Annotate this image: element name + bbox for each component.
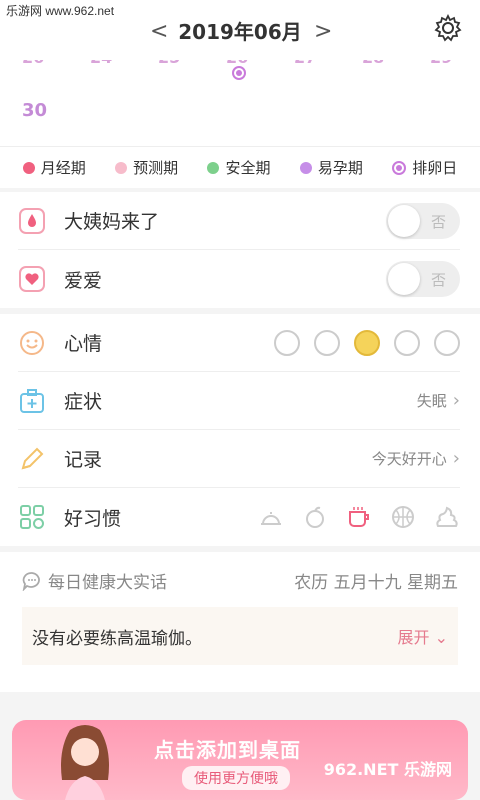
girl-illustration bbox=[61, 725, 109, 800]
legend-period: 月经期 bbox=[22, 157, 86, 178]
note-label: 记录 bbox=[64, 449, 103, 471]
drop-icon bbox=[18, 207, 46, 235]
banner-title: 点击添加到桌面 bbox=[154, 738, 301, 762]
speech-bubble-icon bbox=[22, 571, 40, 591]
calendar-day[interactable]: 29 bbox=[430, 60, 452, 67]
health-tip-text: 没有必要练高温瑜伽。 bbox=[32, 628, 202, 649]
period-row: 大姨妈来了 否 bbox=[18, 192, 460, 250]
health-section: 每日健康大实话 农历 五月十九 星期五 没有必要练高温瑜伽。 展开 ⌄ bbox=[0, 552, 480, 692]
add-to-desktop-banner[interactable]: 点击添加到桌面 使用更方便哦 962.NET 乐游网 bbox=[12, 720, 468, 800]
legend: 月经期 预测期 安全期 易孕期 排卵日 bbox=[0, 146, 480, 188]
legend-fertile: 易孕期 bbox=[299, 157, 363, 178]
mood-happy-icon[interactable] bbox=[314, 329, 340, 356]
symptom-value: 失眠 bbox=[416, 392, 447, 410]
mood-sad-icon[interactable] bbox=[434, 329, 460, 356]
calendar-day[interactable]: 24 bbox=[90, 60, 112, 67]
health-tip-card: 没有必要练高温瑜伽。 展开 ⌄ bbox=[22, 607, 458, 665]
fruit-icon[interactable] bbox=[302, 504, 328, 530]
habit-label: 好习惯 bbox=[64, 507, 122, 530]
brand-watermark: 962.NET 乐游网 bbox=[323, 760, 452, 779]
basketball-icon[interactable] bbox=[390, 504, 416, 530]
note-row[interactable]: 记录 今天好开心 › bbox=[18, 430, 460, 488]
expand-button[interactable]: 展开 ⌄ bbox=[397, 624, 448, 648]
health-header: 每日健康大实话 农历 五月十九 星期五 bbox=[0, 552, 480, 593]
heart-icon bbox=[18, 265, 46, 293]
poop-icon[interactable] bbox=[434, 504, 460, 530]
calendar-prev-row: 26 24 25 26 27 28 29 bbox=[0, 60, 480, 67]
chevron-right-icon: › bbox=[452, 390, 460, 411]
meal-icon[interactable] bbox=[258, 504, 284, 530]
mood-neutral-icon[interactable] bbox=[394, 329, 420, 356]
period-section: 大姨妈来了 否 爱爱 否 bbox=[0, 192, 480, 308]
chevron-down-icon: ⌄ bbox=[434, 628, 448, 647]
cup-icon[interactable] bbox=[346, 504, 372, 530]
mood-laugh-icon[interactable] bbox=[274, 329, 300, 356]
habit-row: 好习惯 bbox=[18, 488, 460, 546]
period-dot-icon bbox=[22, 161, 35, 174]
calendar: 26 24 25 26 27 28 29 30 bbox=[0, 60, 480, 146]
safe-dot-icon bbox=[207, 161, 220, 174]
mood-smile-icon[interactable] bbox=[354, 329, 380, 356]
love-label: 爱爱 bbox=[64, 269, 103, 292]
note-value: 今天好开心 bbox=[371, 450, 447, 468]
calendar-day[interactable]: 25 bbox=[158, 60, 180, 67]
lunar-date: 农历 五月十九 星期五 bbox=[294, 573, 458, 593]
legend-safe: 安全期 bbox=[207, 157, 270, 178]
period-label: 大姨妈来了 bbox=[64, 211, 160, 233]
calendar-day[interactable]: 28 bbox=[362, 60, 384, 67]
mood-options bbox=[274, 329, 460, 356]
habit-options bbox=[258, 504, 460, 530]
calendar-day-30[interactable]: 30 bbox=[22, 100, 47, 121]
symptom-row[interactable]: 症状 失眠 › bbox=[18, 372, 460, 430]
grid-icon bbox=[18, 503, 46, 531]
ovulation-marker-icon bbox=[232, 66, 246, 80]
gear-icon[interactable] bbox=[434, 14, 462, 42]
symptom-label: 症状 bbox=[64, 391, 103, 413]
love-row: 爱爱 否 bbox=[18, 250, 460, 308]
love-toggle[interactable]: 否 bbox=[386, 261, 460, 297]
pencil-icon bbox=[18, 445, 46, 473]
record-section: 心情 症状 失眠 › 记录 今天好开心 › 好习惯 bbox=[0, 314, 480, 546]
legend-predicted: 预测期 bbox=[115, 157, 178, 178]
period-toggle[interactable]: 否 bbox=[386, 202, 460, 239]
calendar-day[interactable]: 27 bbox=[294, 60, 316, 67]
watermark-label: 乐游网 www.962.net bbox=[0, 0, 121, 22]
mood-label: 心情 bbox=[64, 333, 103, 355]
ovulation-ring-icon bbox=[392, 160, 407, 175]
calendar-day[interactable]: 26 bbox=[22, 60, 44, 67]
fertile-dot-icon bbox=[299, 161, 312, 174]
smile-icon bbox=[18, 329, 46, 357]
mood-row: 心情 bbox=[18, 314, 460, 372]
next-month-button[interactable]: > bbox=[314, 19, 332, 44]
chevron-right-icon: › bbox=[452, 448, 460, 469]
health-title: 每日健康大实话 bbox=[22, 568, 167, 593]
medkit-icon bbox=[18, 387, 46, 415]
banner-subtitle: 使用更方便哦 bbox=[182, 766, 290, 790]
legend-ovulation: 排卵日 bbox=[392, 157, 457, 178]
predicted-dot-icon bbox=[115, 161, 128, 174]
